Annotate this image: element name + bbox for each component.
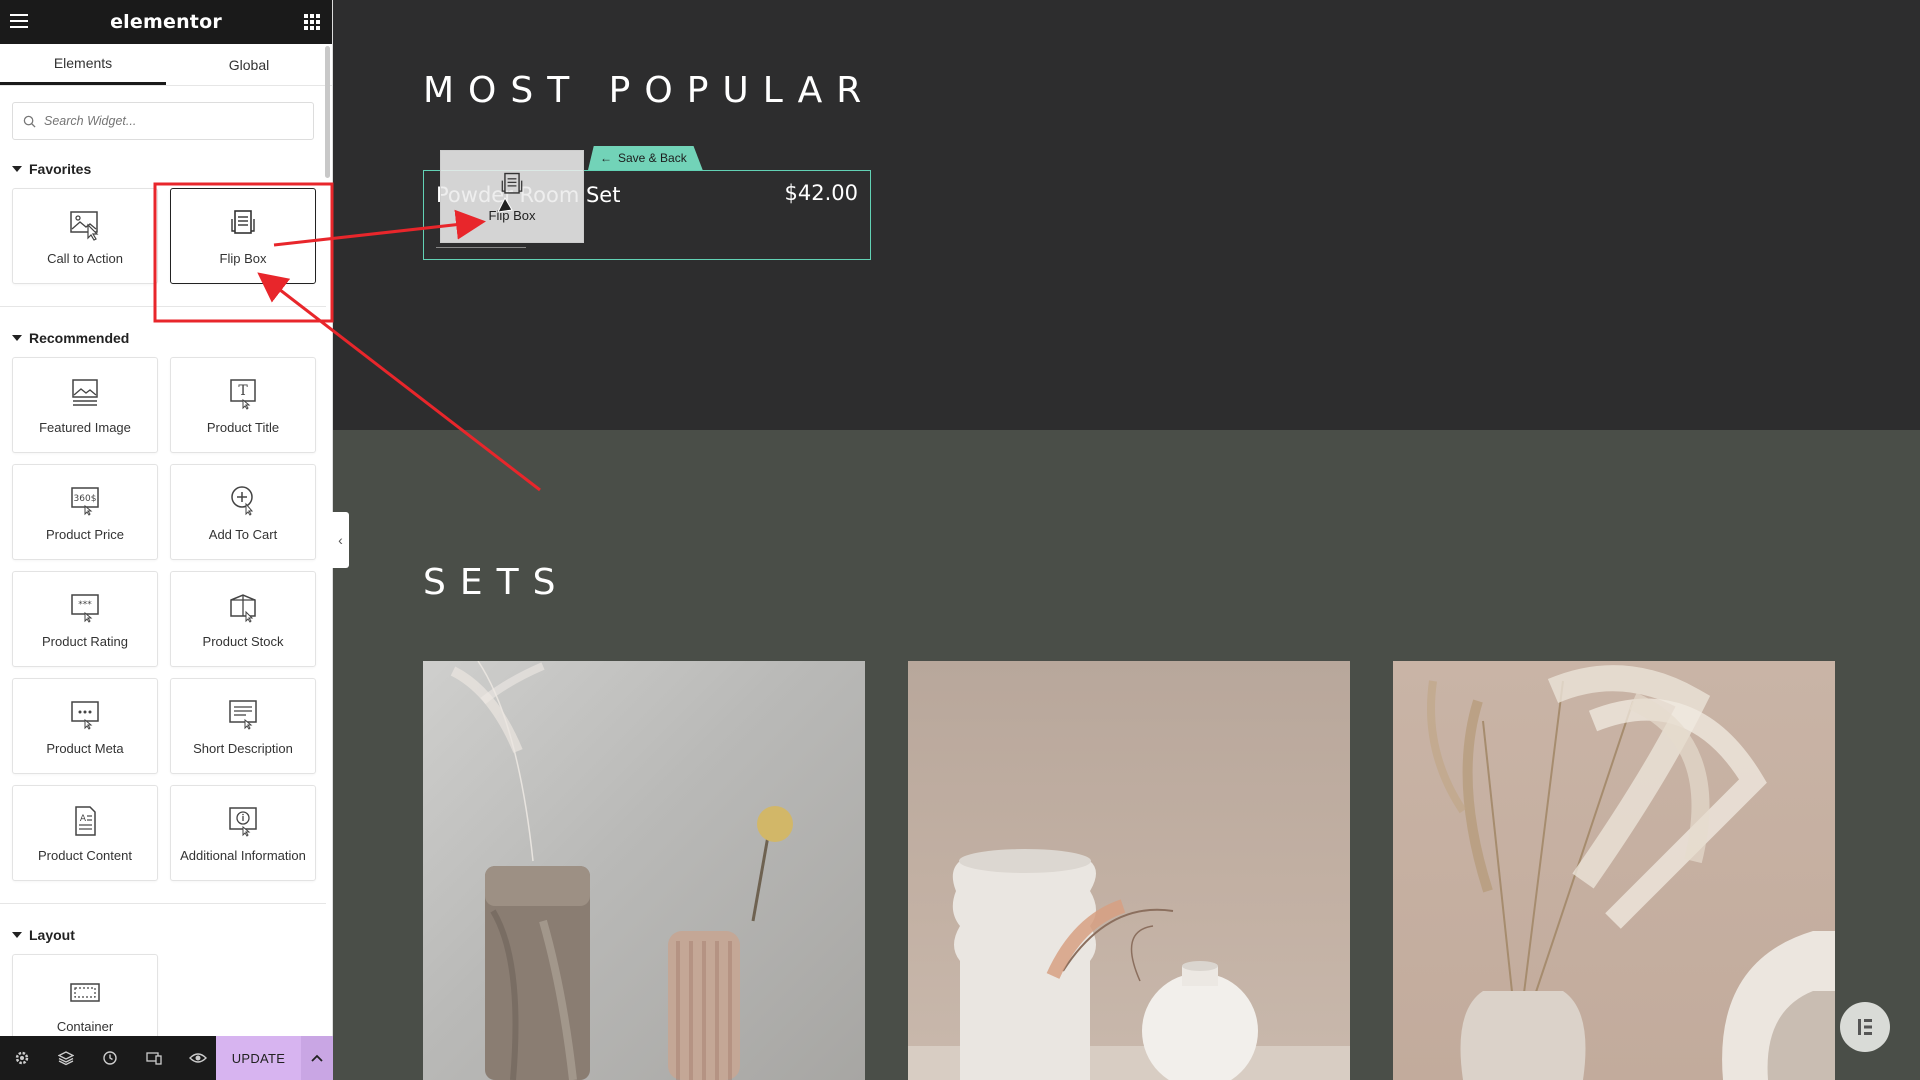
product-content-icon: A	[68, 804, 102, 838]
brand-logo: elementor	[110, 11, 222, 33]
widget-label: Featured Image	[39, 419, 131, 435]
widget-label: Product Rating	[42, 633, 128, 649]
recommended-grid: Featured Image T Product Title 360$ Prod…	[0, 357, 326, 881]
panel-header: elementor	[0, 0, 332, 44]
arrow-left-icon: ←	[600, 151, 612, 165]
widget-product-meta[interactable]: Product Meta	[12, 678, 158, 774]
page-canvas: MOST POPULAR Powder Room Set $42.00 ← Sa…	[332, 0, 1920, 1080]
favorites-title: Favorites	[29, 161, 92, 177]
flip-box-icon	[226, 207, 260, 241]
widget-label: Product Content	[38, 847, 132, 863]
widget-product-rating[interactable]: *** Product Rating	[12, 571, 158, 667]
set-image-2[interactable]	[908, 661, 1350, 1080]
widget-additional-information[interactable]: Additional Information	[170, 785, 316, 881]
widget-label: Product Title	[206, 419, 280, 435]
widget-label: Flip Box	[219, 250, 267, 266]
widget-add-to-cart[interactable]: Add To Cart	[170, 464, 316, 560]
history-icon[interactable]	[88, 1036, 132, 1080]
tab-global[interactable]: Global	[166, 44, 332, 85]
product-meta-icon	[68, 697, 102, 731]
layers-icon[interactable]	[44, 1036, 88, 1080]
widget-product-stock[interactable]: Product Stock	[170, 571, 316, 667]
layout-title: Layout	[29, 927, 75, 943]
product-price[interactable]: $42.00	[785, 181, 858, 205]
widget-call-to-action[interactable]: Call to Action	[12, 188, 158, 284]
apps-grid-icon[interactable]	[304, 14, 320, 30]
caret-down-icon	[12, 335, 22, 341]
product-title-icon: T	[226, 376, 260, 410]
widget-product-content[interactable]: A Product Content	[12, 785, 158, 881]
most-popular-heading[interactable]: MOST POPULAR	[423, 70, 875, 111]
layout-grid: Container	[0, 954, 326, 1036]
call-to-action-icon	[68, 207, 102, 241]
tab-elements[interactable]: Elements	[0, 44, 166, 85]
widget-product-title[interactable]: T Product Title	[170, 357, 316, 453]
elementor-logo-icon[interactable]	[1840, 1002, 1890, 1052]
widget-label: Product Stock	[202, 633, 284, 649]
flip-box-icon	[501, 172, 523, 194]
featured-image-icon	[68, 376, 102, 410]
product-rating-icon: ***	[68, 590, 102, 624]
widget-flip-box[interactable]: Flip Box	[170, 188, 316, 284]
widget-label: Additional Information	[180, 847, 306, 863]
caret-down-icon	[12, 166, 22, 172]
panel-footer: UPDATE	[0, 1036, 333, 1080]
responsive-icon[interactable]	[132, 1036, 176, 1080]
most-popular-section[interactable]: MOST POPULAR Powder Room Set $42.00 ← Sa…	[333, 0, 1920, 430]
panel-scrollbar[interactable]	[325, 46, 330, 178]
svg-text:***: ***	[78, 600, 92, 610]
favorites-grid: Call to Action Flip Box	[0, 188, 326, 284]
favorites-section-toggle[interactable]: Favorites	[0, 158, 326, 180]
product-price-icon: 360$	[68, 483, 102, 517]
recommended-section-toggle[interactable]: Recommended	[0, 327, 326, 349]
add-to-cart-icon	[226, 483, 260, 517]
widget-label: Product Price	[45, 526, 125, 542]
search-input[interactable]	[44, 114, 304, 128]
section-divider	[0, 306, 326, 307]
panel-collapse-toggle[interactable]: ‹	[332, 512, 349, 568]
update-button[interactable]: UPDATE	[216, 1036, 301, 1080]
save-back-button[interactable]: ← Save & Back	[588, 146, 703, 170]
set-image-3[interactable]	[1393, 661, 1835, 1080]
container-icon	[68, 975, 102, 1009]
panel-tabs: Elements Global	[0, 44, 332, 86]
product-underline	[436, 247, 526, 248]
widget-label: Container	[56, 1019, 114, 1034]
elementor-editor: elementor Elements Global Favorites	[0, 0, 1920, 1080]
widget-container[interactable]: Container	[12, 954, 158, 1036]
save-back-label: Save & Back	[618, 151, 687, 165]
svg-text:A: A	[80, 814, 87, 824]
drag-ghost-label: Flip Box	[488, 208, 536, 223]
svg-text:T: T	[238, 383, 248, 399]
product-stock-icon	[226, 590, 260, 624]
section-divider	[0, 903, 326, 904]
search-box	[12, 102, 314, 140]
widget-short-description[interactable]: Short Description	[170, 678, 316, 774]
drag-ghost-flip-box: Flip Box	[440, 150, 584, 243]
settings-icon[interactable]	[0, 1036, 44, 1080]
widget-label: Add To Cart	[208, 526, 278, 542]
widget-label: Product Meta	[46, 740, 124, 756]
chevron-up-icon[interactable]	[301, 1036, 333, 1080]
widget-label: Short Description	[193, 740, 293, 756]
panel-scroll-area: Favorites Call to Action Flip Box	[0, 86, 326, 1036]
recommended-title: Recommended	[29, 330, 130, 346]
additional-information-icon	[226, 804, 260, 838]
preview-icon[interactable]	[176, 1036, 220, 1080]
set-image-1[interactable]	[423, 661, 865, 1080]
widget-label: Call to Action	[47, 250, 123, 266]
layout-section-toggle[interactable]: Layout	[0, 924, 326, 946]
sets-heading[interactable]: SETS	[423, 562, 569, 603]
search-icon	[23, 115, 36, 128]
widget-featured-image[interactable]: Featured Image	[12, 357, 158, 453]
short-description-icon	[226, 697, 260, 731]
svg-text:360$: 360$	[74, 494, 97, 504]
caret-down-icon	[12, 932, 22, 938]
widget-panel: elementor Elements Global Favorites	[0, 0, 333, 1080]
widget-product-price[interactable]: 360$ Product Price	[12, 464, 158, 560]
menu-icon[interactable]	[10, 14, 28, 28]
